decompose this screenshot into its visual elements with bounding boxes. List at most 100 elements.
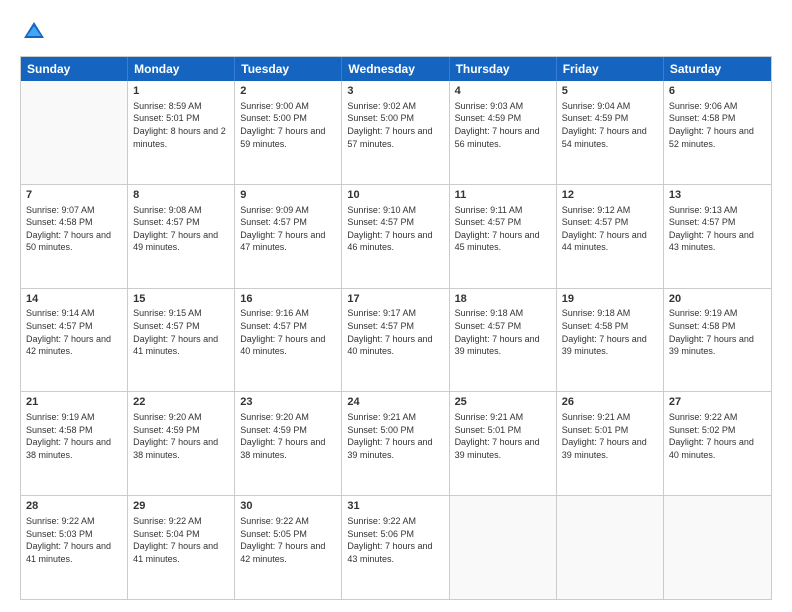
sun-info: Sunrise: 9:20 AM Sunset: 4:59 PM Dayligh… <box>240 411 336 461</box>
calendar-row: 1Sunrise: 8:59 AM Sunset: 5:01 PM Daylig… <box>21 81 771 184</box>
day-number: 11 <box>455 188 551 203</box>
calendar-cell: 29Sunrise: 9:22 AM Sunset: 5:04 PM Dayli… <box>128 496 235 599</box>
day-number: 24 <box>347 395 443 410</box>
cal-header-day: Saturday <box>664 57 771 81</box>
day-number: 27 <box>669 395 766 410</box>
calendar-cell: 7Sunrise: 9:07 AM Sunset: 4:58 PM Daylig… <box>21 185 128 288</box>
sun-info: Sunrise: 9:08 AM Sunset: 4:57 PM Dayligh… <box>133 204 229 254</box>
calendar-cell: 17Sunrise: 9:17 AM Sunset: 4:57 PM Dayli… <box>342 289 449 392</box>
calendar-cell: 20Sunrise: 9:19 AM Sunset: 4:58 PM Dayli… <box>664 289 771 392</box>
day-number: 19 <box>562 292 658 307</box>
cal-header-day: Tuesday <box>235 57 342 81</box>
sun-info: Sunrise: 9:09 AM Sunset: 4:57 PM Dayligh… <box>240 204 336 254</box>
day-number: 7 <box>26 188 122 203</box>
day-number: 16 <box>240 292 336 307</box>
sun-info: Sunrise: 9:02 AM Sunset: 5:00 PM Dayligh… <box>347 100 443 150</box>
day-number: 13 <box>669 188 766 203</box>
calendar-cell: 25Sunrise: 9:21 AM Sunset: 5:01 PM Dayli… <box>450 392 557 495</box>
sun-info: Sunrise: 9:22 AM Sunset: 5:05 PM Dayligh… <box>240 515 336 565</box>
sun-info: Sunrise: 9:18 AM Sunset: 4:58 PM Dayligh… <box>562 307 658 357</box>
calendar-cell: 11Sunrise: 9:11 AM Sunset: 4:57 PM Dayli… <box>450 185 557 288</box>
day-number: 14 <box>26 292 122 307</box>
day-number: 3 <box>347 84 443 99</box>
calendar-cell: 12Sunrise: 9:12 AM Sunset: 4:57 PM Dayli… <box>557 185 664 288</box>
day-number: 1 <box>133 84 229 99</box>
day-number: 20 <box>669 292 766 307</box>
day-number: 22 <box>133 395 229 410</box>
calendar: SundayMondayTuesdayWednesdayThursdayFrid… <box>20 56 772 600</box>
day-number: 26 <box>562 395 658 410</box>
sun-info: Sunrise: 9:18 AM Sunset: 4:57 PM Dayligh… <box>455 307 551 357</box>
sun-info: Sunrise: 9:12 AM Sunset: 4:57 PM Dayligh… <box>562 204 658 254</box>
calendar-cell: 5Sunrise: 9:04 AM Sunset: 4:59 PM Daylig… <box>557 81 664 184</box>
calendar-cell: 8Sunrise: 9:08 AM Sunset: 4:57 PM Daylig… <box>128 185 235 288</box>
sun-info: Sunrise: 9:11 AM Sunset: 4:57 PM Dayligh… <box>455 204 551 254</box>
sun-info: Sunrise: 9:17 AM Sunset: 4:57 PM Dayligh… <box>347 307 443 357</box>
sun-info: Sunrise: 9:20 AM Sunset: 4:59 PM Dayligh… <box>133 411 229 461</box>
calendar-header: SundayMondayTuesdayWednesdayThursdayFrid… <box>21 57 771 81</box>
calendar-row: 21Sunrise: 9:19 AM Sunset: 4:58 PM Dayli… <box>21 391 771 495</box>
cal-header-day: Friday <box>557 57 664 81</box>
calendar-cell: 1Sunrise: 8:59 AM Sunset: 5:01 PM Daylig… <box>128 81 235 184</box>
cal-header-day: Sunday <box>21 57 128 81</box>
calendar-row: 14Sunrise: 9:14 AM Sunset: 4:57 PM Dayli… <box>21 288 771 392</box>
sun-info: Sunrise: 9:21 AM Sunset: 5:01 PM Dayligh… <box>562 411 658 461</box>
day-number: 18 <box>455 292 551 307</box>
sun-info: Sunrise: 8:59 AM Sunset: 5:01 PM Dayligh… <box>133 100 229 150</box>
day-number: 21 <box>26 395 122 410</box>
cal-header-day: Thursday <box>450 57 557 81</box>
sun-info: Sunrise: 9:22 AM Sunset: 5:06 PM Dayligh… <box>347 515 443 565</box>
sun-info: Sunrise: 9:14 AM Sunset: 4:57 PM Dayligh… <box>26 307 122 357</box>
calendar-cell: 16Sunrise: 9:16 AM Sunset: 4:57 PM Dayli… <box>235 289 342 392</box>
sun-info: Sunrise: 9:22 AM Sunset: 5:04 PM Dayligh… <box>133 515 229 565</box>
calendar-row: 7Sunrise: 9:07 AM Sunset: 4:58 PM Daylig… <box>21 184 771 288</box>
calendar-cell: 3Sunrise: 9:02 AM Sunset: 5:00 PM Daylig… <box>342 81 449 184</box>
calendar-cell: 15Sunrise: 9:15 AM Sunset: 4:57 PM Dayli… <box>128 289 235 392</box>
sun-info: Sunrise: 9:19 AM Sunset: 4:58 PM Dayligh… <box>669 307 766 357</box>
day-number: 29 <box>133 499 229 514</box>
calendar-cell: 26Sunrise: 9:21 AM Sunset: 5:01 PM Dayli… <box>557 392 664 495</box>
calendar-cell: 18Sunrise: 9:18 AM Sunset: 4:57 PM Dayli… <box>450 289 557 392</box>
calendar-cell <box>450 496 557 599</box>
calendar-cell <box>557 496 664 599</box>
sun-info: Sunrise: 9:16 AM Sunset: 4:57 PM Dayligh… <box>240 307 336 357</box>
day-number: 30 <box>240 499 336 514</box>
day-number: 5 <box>562 84 658 99</box>
calendar-cell <box>664 496 771 599</box>
day-number: 2 <box>240 84 336 99</box>
day-number: 28 <box>26 499 122 514</box>
sun-info: Sunrise: 9:07 AM Sunset: 4:58 PM Dayligh… <box>26 204 122 254</box>
calendar-cell: 22Sunrise: 9:20 AM Sunset: 4:59 PM Dayli… <box>128 392 235 495</box>
sun-info: Sunrise: 9:19 AM Sunset: 4:58 PM Dayligh… <box>26 411 122 461</box>
calendar-cell: 31Sunrise: 9:22 AM Sunset: 5:06 PM Dayli… <box>342 496 449 599</box>
day-number: 4 <box>455 84 551 99</box>
calendar-cell: 13Sunrise: 9:13 AM Sunset: 4:57 PM Dayli… <box>664 185 771 288</box>
calendar-cell: 28Sunrise: 9:22 AM Sunset: 5:03 PM Dayli… <box>21 496 128 599</box>
sun-info: Sunrise: 9:22 AM Sunset: 5:03 PM Dayligh… <box>26 515 122 565</box>
calendar-body: 1Sunrise: 8:59 AM Sunset: 5:01 PM Daylig… <box>21 81 771 599</box>
cal-header-day: Monday <box>128 57 235 81</box>
calendar-cell: 4Sunrise: 9:03 AM Sunset: 4:59 PM Daylig… <box>450 81 557 184</box>
calendar-cell: 19Sunrise: 9:18 AM Sunset: 4:58 PM Dayli… <box>557 289 664 392</box>
calendar-cell: 21Sunrise: 9:19 AM Sunset: 4:58 PM Dayli… <box>21 392 128 495</box>
day-number: 9 <box>240 188 336 203</box>
day-number: 23 <box>240 395 336 410</box>
logo <box>20 18 52 46</box>
calendar-cell: 14Sunrise: 9:14 AM Sunset: 4:57 PM Dayli… <box>21 289 128 392</box>
page: SundayMondayTuesdayWednesdayThursdayFrid… <box>0 0 792 612</box>
sun-info: Sunrise: 9:06 AM Sunset: 4:58 PM Dayligh… <box>669 100 766 150</box>
day-number: 10 <box>347 188 443 203</box>
day-number: 15 <box>133 292 229 307</box>
sun-info: Sunrise: 9:10 AM Sunset: 4:57 PM Dayligh… <box>347 204 443 254</box>
sun-info: Sunrise: 9:22 AM Sunset: 5:02 PM Dayligh… <box>669 411 766 461</box>
day-number: 25 <box>455 395 551 410</box>
day-number: 12 <box>562 188 658 203</box>
day-number: 31 <box>347 499 443 514</box>
sun-info: Sunrise: 9:00 AM Sunset: 5:00 PM Dayligh… <box>240 100 336 150</box>
cal-header-day: Wednesday <box>342 57 449 81</box>
calendar-cell: 6Sunrise: 9:06 AM Sunset: 4:58 PM Daylig… <box>664 81 771 184</box>
sun-info: Sunrise: 9:15 AM Sunset: 4:57 PM Dayligh… <box>133 307 229 357</box>
calendar-cell: 23Sunrise: 9:20 AM Sunset: 4:59 PM Dayli… <box>235 392 342 495</box>
calendar-cell: 27Sunrise: 9:22 AM Sunset: 5:02 PM Dayli… <box>664 392 771 495</box>
day-number: 6 <box>669 84 766 99</box>
